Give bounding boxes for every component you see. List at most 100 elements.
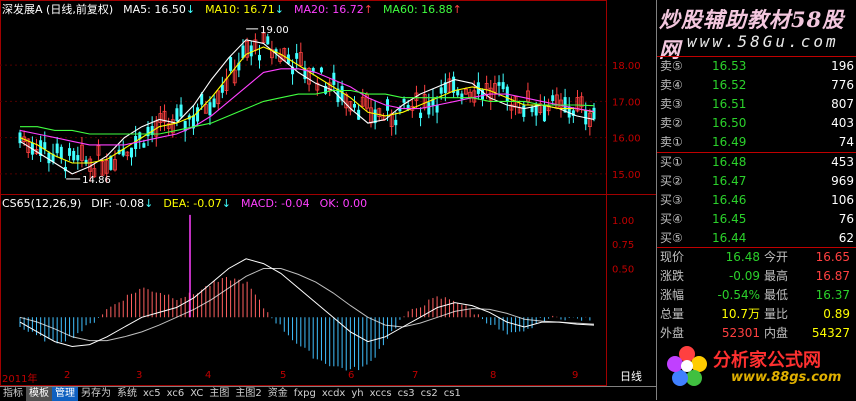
tab-10[interactable]: 资金 bbox=[265, 387, 291, 401]
down-arrow-icon: ↓ bbox=[185, 3, 196, 16]
ma10-value: MA10: 16.71↓ bbox=[205, 2, 284, 18]
candle-body bbox=[427, 102, 431, 115]
stat-label: 涨幅 bbox=[660, 288, 685, 302]
tab-9[interactable]: 主图2 bbox=[232, 387, 264, 401]
stat-value: 16.87 bbox=[815, 269, 850, 283]
macd-line-dif bbox=[19, 258, 595, 348]
period-label[interactable]: 日线 bbox=[620, 368, 642, 384]
macd-tick-label: 0.75 bbox=[612, 240, 634, 251]
candle-body bbox=[439, 87, 443, 94]
ma60-text: MA60: 16.88 bbox=[382, 3, 453, 16]
tab-11[interactable]: fxpg bbox=[291, 387, 319, 401]
stat-label: 现价 bbox=[660, 250, 685, 264]
buy-order-row[interactable]: 买② 16.47 969 bbox=[657, 172, 856, 191]
stat-label: 最高 bbox=[764, 269, 789, 283]
up-arrow-icon: ↑ bbox=[363, 3, 373, 16]
up-arrow-icon: ↑ bbox=[452, 3, 462, 16]
buy-order-volume: 453 bbox=[831, 155, 854, 169]
tab-1[interactable]: 模板 bbox=[26, 387, 52, 401]
top-banner: 炒股辅助教材58股网 www.58Gu.com bbox=[657, 0, 856, 62]
candle-body bbox=[229, 57, 233, 71]
tab-15[interactable]: cs3 bbox=[395, 387, 418, 401]
date-tick-label: 2 bbox=[64, 370, 71, 381]
buy-order-price: 16.48 bbox=[712, 155, 747, 169]
tab-17[interactable]: cs1 bbox=[441, 387, 464, 401]
tab-3[interactable]: 另存为 bbox=[78, 387, 114, 401]
tab-7[interactable]: XC bbox=[187, 387, 206, 401]
stat-value: -0.54% bbox=[717, 288, 760, 302]
candle-body bbox=[522, 105, 526, 117]
ok-value: OK: 0.00 bbox=[319, 197, 368, 210]
tab-6[interactable]: xc6 bbox=[164, 387, 188, 401]
stat-row: 现价 16.48 今开 16.65 bbox=[657, 248, 856, 267]
kline-chart-area[interactable]: 18.00 17.00 16.00 15.00 1.00 0.75 0.50 19.00 1… bbox=[0, 0, 656, 386]
banner-url[interactable]: www.58Gu.com bbox=[687, 32, 839, 51]
tab-16[interactable]: cs2 bbox=[418, 387, 441, 401]
sell-order-label: 卖③ bbox=[660, 97, 683, 111]
tab-bar: 指标 模板 管理 另存为 系统 xc5 xc6 XC 主图 主图2 资金 fxpg xcdx yh xccs… bbox=[0, 386, 656, 401]
buy-order-row[interactable]: 买① 16.48 453 bbox=[657, 153, 856, 172]
buy-order-price: 16.46 bbox=[712, 193, 747, 207]
price-tick-label: 15.00 bbox=[612, 170, 641, 181]
tab-12[interactable]: xcdx bbox=[319, 387, 349, 401]
tab-8[interactable]: 主图 bbox=[206, 387, 232, 401]
candle-body bbox=[212, 98, 216, 108]
buy-order-label: 买③ bbox=[660, 193, 683, 207]
date-tick-label: 2011年 bbox=[2, 374, 38, 385]
candle-body bbox=[295, 53, 299, 59]
price-axis: 18.00 17.00 16.00 15.00 bbox=[612, 61, 641, 181]
sell-order-price: 16.52 bbox=[712, 78, 747, 92]
kline-chart-svg[interactable]: 18.00 17.00 16.00 15.00 1.00 0.75 0.50 19.00 1… bbox=[0, 0, 656, 386]
bottom-banner: 分析家公式网 www.88gs.com bbox=[657, 340, 856, 400]
ma10-text: MA10: 16.71 bbox=[205, 3, 275, 16]
sell-order-row[interactable]: 卖① 16.49 74 bbox=[657, 133, 856, 152]
tab-5[interactable]: xc5 bbox=[140, 387, 164, 401]
sell-order-row[interactable]: 卖③ 16.51 807 bbox=[657, 95, 856, 114]
date-axis: 2011年 2 3 4 5 6 7 8 9 bbox=[0, 368, 600, 385]
candle-body bbox=[129, 147, 133, 158]
dea-value: DEA: -0.07↓ bbox=[163, 196, 231, 212]
tab-2[interactable]: 管理 bbox=[52, 387, 78, 401]
sell-order-label: 卖④ bbox=[660, 78, 683, 92]
down-arrow-icon: ↓ bbox=[144, 197, 154, 210]
stat-label: 最低 bbox=[764, 288, 789, 302]
candle-body bbox=[142, 143, 146, 148]
high-price-label: 19.00 bbox=[260, 25, 289, 36]
buy-order-row[interactable]: 买④ 16.45 76 bbox=[657, 210, 856, 229]
stat-label: 涨跌 bbox=[660, 269, 685, 283]
tab-4[interactable]: 系统 bbox=[114, 387, 140, 401]
date-tick-label: 5 bbox=[280, 370, 287, 381]
candle-body bbox=[501, 82, 505, 90]
macd-tick-label: 1.00 bbox=[612, 216, 634, 227]
buy-order-volume: 106 bbox=[831, 193, 854, 207]
candle-body bbox=[419, 112, 423, 118]
candle-body bbox=[258, 54, 262, 61]
buy-order-label: 买① bbox=[660, 155, 683, 169]
sell-order-price: 16.53 bbox=[712, 59, 747, 73]
candle-body bbox=[402, 98, 406, 103]
candle-body bbox=[208, 102, 212, 116]
stat-value: -0.09 bbox=[728, 269, 760, 283]
buy-order-row[interactable]: 买③ 16.46 106 bbox=[657, 191, 856, 210]
buy-order-volume: 62 bbox=[838, 231, 854, 245]
bottom-banner-url[interactable]: www.88gs.com bbox=[731, 370, 841, 385]
tab-13[interactable]: yh bbox=[348, 387, 366, 401]
candle-body bbox=[76, 155, 80, 161]
sell-order-row[interactable]: 卖② 16.50 403 bbox=[657, 114, 856, 133]
tab-14[interactable]: xccs bbox=[367, 387, 395, 401]
ma20-value: MA20: 16.72↑ bbox=[294, 2, 373, 18]
buy-order-row[interactable]: 买⑤ 16.44 62 bbox=[657, 229, 856, 248]
sell-order-row[interactable]: 卖⑤ 16.53 196 bbox=[657, 57, 856, 76]
buy-order-label: 买② bbox=[660, 174, 683, 188]
date-tick-label: 8 bbox=[490, 370, 497, 381]
dif-value: DIF: -0.08↓ bbox=[91, 196, 153, 212]
price-tick-label: 18.00 bbox=[612, 61, 641, 72]
down-arrow-icon: ↓ bbox=[274, 3, 284, 16]
tab-0[interactable]: 指标 bbox=[0, 387, 26, 401]
ma20-text: MA20: 16.72 bbox=[294, 3, 364, 16]
sell-order-volume: 807 bbox=[831, 97, 854, 111]
sell-order-row[interactable]: 卖④ 16.52 776 bbox=[657, 76, 856, 95]
buy-order-volume: 76 bbox=[838, 212, 854, 226]
macd-line-dea bbox=[19, 268, 595, 342]
candle-body bbox=[179, 104, 183, 117]
